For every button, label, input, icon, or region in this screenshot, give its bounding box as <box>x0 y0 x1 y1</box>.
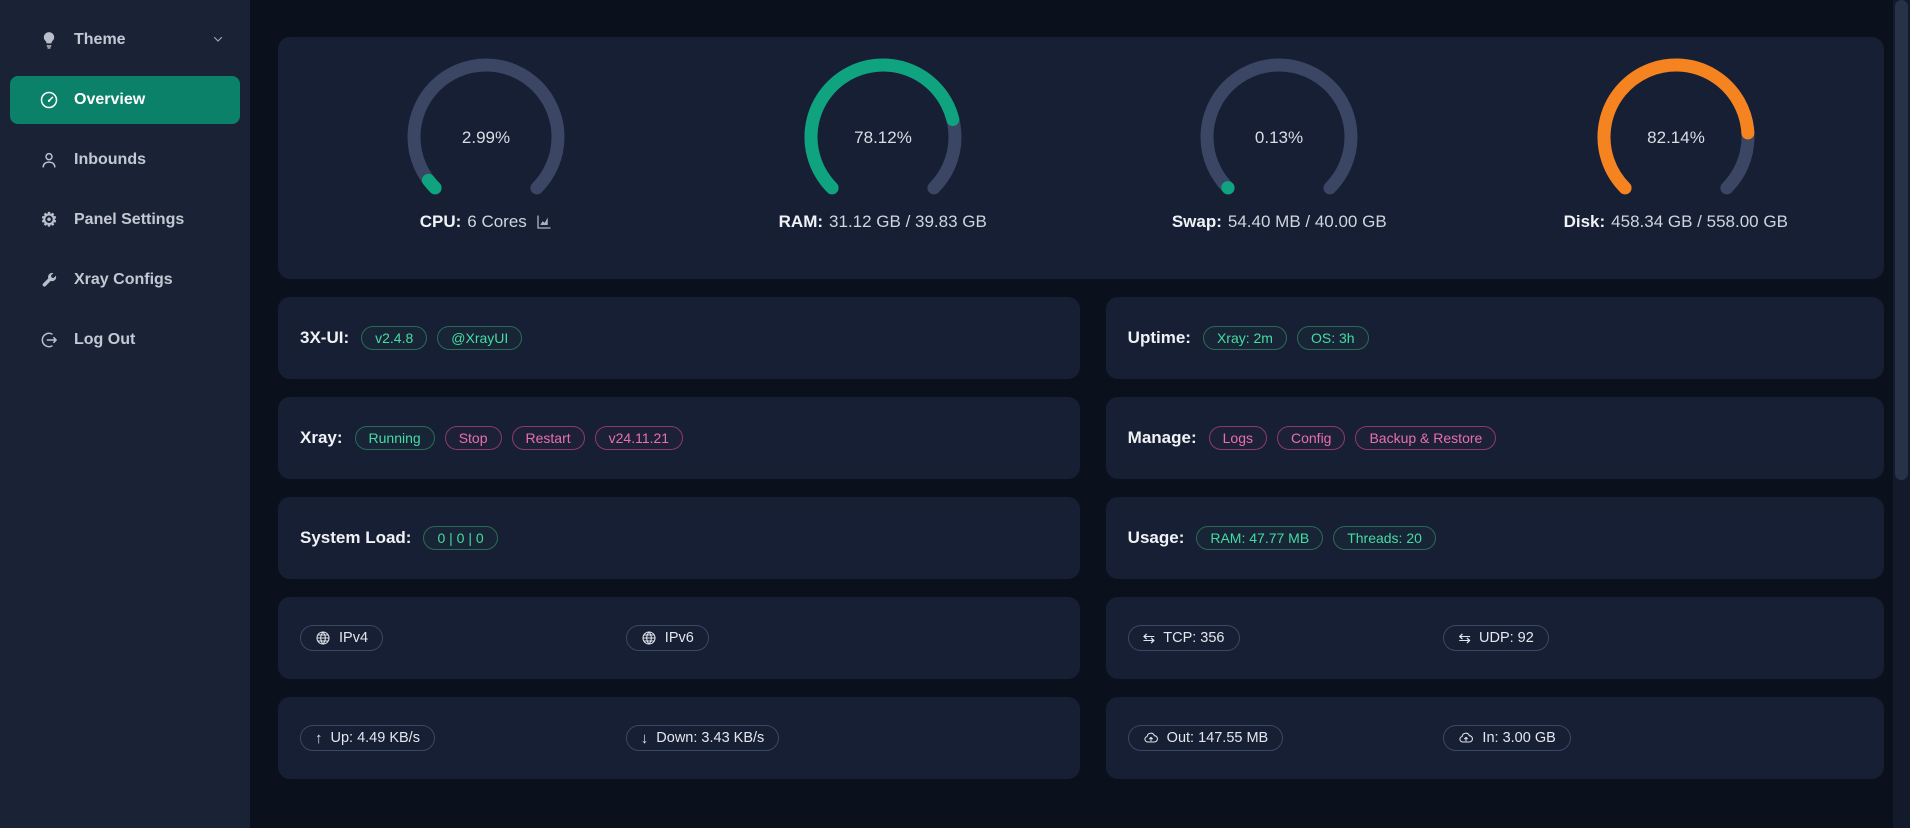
card-label: Uptime: <box>1128 328 1191 348</box>
xui-telegram-tag[interactable]: @XrayUI <box>437 326 522 350</box>
arrow-down-icon: ↓ <box>641 731 649 746</box>
sidebar-item-label: Panel Settings <box>74 211 184 229</box>
svg-text:82.14%: 82.14% <box>1647 128 1705 147</box>
sidebar-item-label: Overview <box>74 91 145 109</box>
sidebar-item-theme[interactable]: Theme <box>0 16 250 64</box>
sidebar-item-label: Log Out <box>74 331 135 349</box>
usage-card: Usage: RAM: 47.77 MB Threads: 20 <box>1106 497 1884 579</box>
xray-stop-button[interactable]: Stop <box>445 426 502 450</box>
xui-version-tag[interactable]: v2.4.8 <box>361 326 427 350</box>
scrollbar-thumb[interactable] <box>1895 0 1908 480</box>
card-label: Usage: <box>1128 528 1185 548</box>
xui-version-card: 3X-UI: v2.4.8 @XrayUI <box>278 297 1080 379</box>
manage-card: Manage: Logs Config Backup & Restore <box>1106 397 1884 479</box>
speed-card: ↑ Up: 4.49 KB/s ↓ Down: 3.43 KB/s <box>278 697 1080 779</box>
config-button[interactable]: Config <box>1277 426 1345 450</box>
xray-version-button[interactable]: v24.11.21 <box>595 426 683 450</box>
gauge-ram: 78.12% RAM:31.12 GB / 39.83 GB <box>685 57 1082 279</box>
user-icon <box>38 149 60 171</box>
cpu-chart-icon[interactable] <box>535 213 553 231</box>
uptime-os-tag: OS: 3h <box>1297 326 1369 350</box>
chevron-down-icon[interactable] <box>212 33 224 48</box>
cloud-upload-icon <box>1458 730 1474 746</box>
sidebar-item-xray-configs[interactable]: Xray Configs <box>0 256 250 304</box>
uptime-card: Uptime: Xray: 2m OS: 3h <box>1106 297 1884 379</box>
swap-label: Swap:54.40 MB / 40.00 GB <box>1172 212 1387 232</box>
dashboard-icon <box>38 89 60 111</box>
traffic-card: Out: 147.55 MB In: 3.00 GB <box>1106 697 1884 779</box>
sidebar-item-inbounds[interactable]: Inbounds <box>0 136 250 184</box>
globe-icon <box>641 630 657 646</box>
scrollbar[interactable] <box>1893 0 1910 828</box>
sidebar-item-logout[interactable]: Log Out <box>0 316 250 364</box>
logs-button[interactable]: Logs <box>1209 426 1267 450</box>
svg-text:0.13%: 0.13% <box>1255 128 1303 147</box>
sidebar-item-label: Xray Configs <box>74 271 173 289</box>
tcp-pill: ⇆ TCP: 356 <box>1128 625 1240 651</box>
xray-running-badge: Running <box>355 426 435 450</box>
usage-ram-tag: RAM: 47.77 MB <box>1196 526 1323 550</box>
ipv4-pill: IPv4 <box>300 625 383 651</box>
gauge-swap: 0.13% Swap:54.40 MB / 40.00 GB <box>1081 57 1478 279</box>
ipv6-pill: IPv6 <box>626 625 709 651</box>
traffic-in-pill: In: 3.00 GB <box>1443 725 1570 751</box>
arrow-up-icon: ↑ <box>315 731 323 746</box>
system-gauges-card: 2.99% CPU:6 Cores 78.12% RAM:31.12 GB / … <box>278 37 1884 279</box>
cpu-gauge: 2.99% <box>401 57 571 202</box>
system-load-tag: 0 | 0 | 0 <box>423 526 497 550</box>
udp-pill: ⇆ UDP: 92 <box>1443 625 1548 651</box>
backup-restore-button[interactable]: Backup & Restore <box>1355 426 1496 450</box>
transfer-arrows-icon: ⇆ <box>1143 631 1156 646</box>
xui-panel: Theme Overview Inbounds <box>0 0 1910 828</box>
swap-gauge: 0.13% <box>1194 57 1364 202</box>
disk-label: Disk:458.34 GB / 558.00 GB <box>1564 212 1788 232</box>
wrench-icon <box>38 269 60 291</box>
transfer-arrows-icon: ⇆ <box>1458 631 1471 646</box>
system-load-card: System Load: 0 | 0 | 0 <box>278 497 1080 579</box>
cpu-label: CPU:6 Cores <box>420 212 553 232</box>
card-label: System Load: <box>300 528 411 548</box>
download-speed-pill: ↓ Down: 3.43 KB/s <box>626 725 780 751</box>
card-label: 3X-UI: <box>300 328 349 348</box>
cloud-upload-icon <box>1143 730 1159 746</box>
gear-icon: ⚙ <box>38 209 60 231</box>
svg-text:78.12%: 78.12% <box>854 128 912 147</box>
gauge-cpu: 2.99% CPU:6 Cores <box>288 57 685 279</box>
connections-card: ⇆ TCP: 356 ⇆ UDP: 92 <box>1106 597 1884 679</box>
ram-gauge: 78.12% <box>798 57 968 202</box>
ram-label: RAM:31.12 GB / 39.83 GB <box>779 212 987 232</box>
logout-icon <box>38 329 60 351</box>
xray-restart-button[interactable]: Restart <box>512 426 585 450</box>
sidebar-item-overview[interactable]: Overview <box>10 76 240 124</box>
gauge-disk: 82.14% Disk:458.34 GB / 558.00 GB <box>1478 57 1875 279</box>
main-content: 2.99% CPU:6 Cores 78.12% RAM:31.12 GB / … <box>250 0 1910 828</box>
uptime-xray-tag: Xray: 2m <box>1203 326 1287 350</box>
svg-text:2.99%: 2.99% <box>462 128 510 147</box>
card-label: Xray: <box>300 428 343 448</box>
traffic-out-pill: Out: 147.55 MB <box>1128 725 1284 751</box>
sidebar-item-panel-settings[interactable]: ⚙ Panel Settings <box>0 196 250 244</box>
upload-speed-pill: ↑ Up: 4.49 KB/s <box>300 725 435 751</box>
sidebar: Theme Overview Inbounds <box>0 0 250 828</box>
sidebar-item-label: Theme <box>74 31 126 49</box>
disk-gauge: 82.14% <box>1591 57 1761 202</box>
globe-icon <box>315 630 331 646</box>
ip-card: IPv4 IPv6 <box>278 597 1080 679</box>
usage-threads-tag: Threads: 20 <box>1333 526 1436 550</box>
card-label: Manage: <box>1128 428 1197 448</box>
xray-status-card: Xray: Running Stop Restart v24.11.21 <box>278 397 1080 479</box>
sidebar-item-label: Inbounds <box>74 151 146 169</box>
lightbulb-icon <box>38 29 60 51</box>
